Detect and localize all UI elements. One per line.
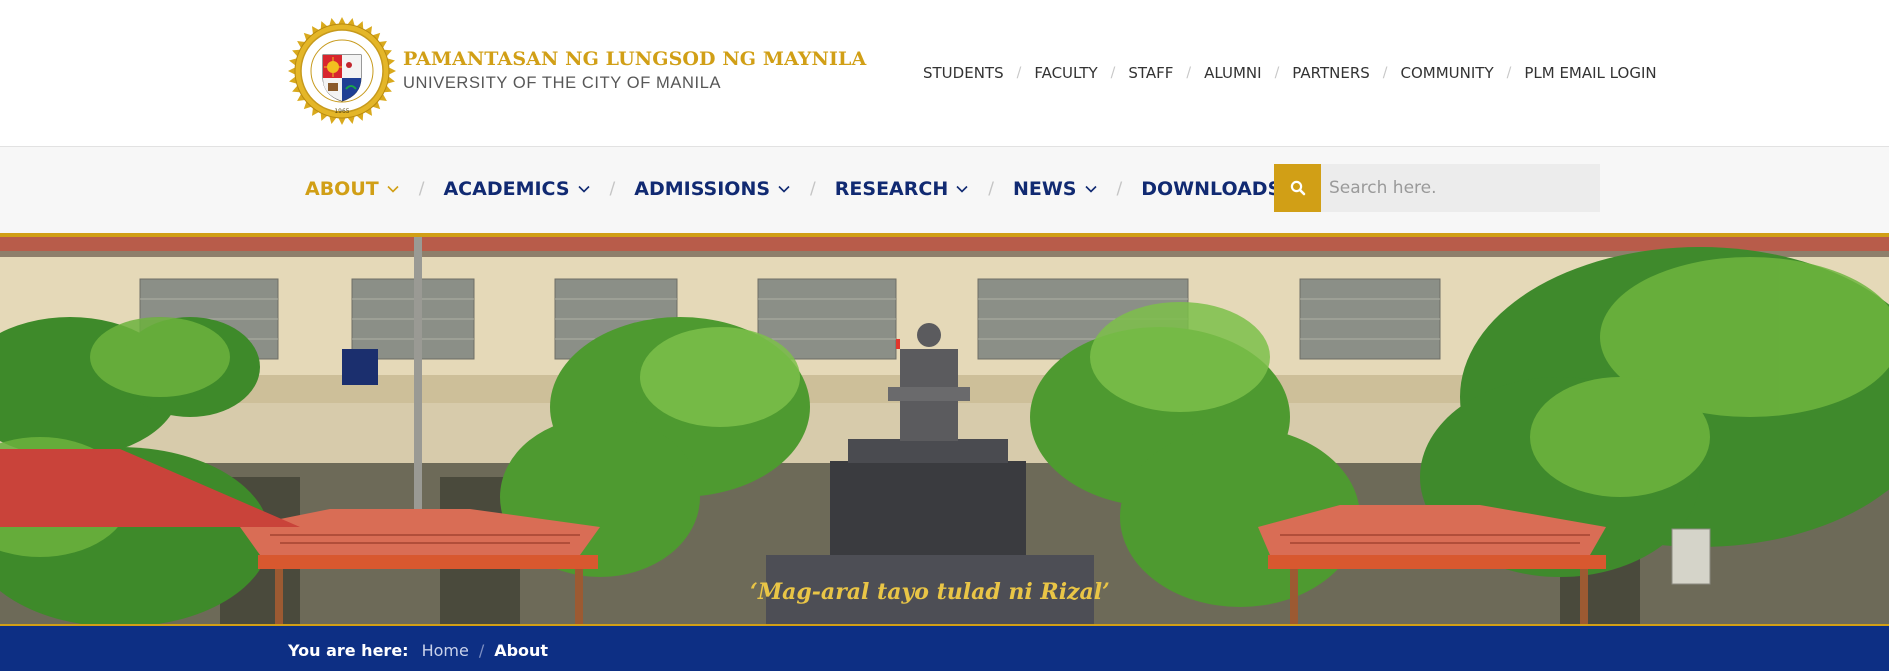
divider: /: [1110, 65, 1116, 81]
breadcrumb-home-link[interactable]: Home: [422, 641, 469, 660]
audience-nav: STUDENTS / FACULTY / STAFF / ALUMNI / PA…: [923, 64, 1657, 82]
audience-link-partners[interactable]: PARTNERS: [1292, 64, 1369, 82]
divider: /: [1506, 65, 1512, 81]
nav-item-about[interactable]: ABOUT: [305, 178, 400, 200]
chevron-down-icon: [778, 185, 790, 193]
nav-item-admissions[interactable]: ADMISSIONS: [634, 178, 791, 200]
chevron-down-icon: [1084, 185, 1097, 193]
audience-link-faculty[interactable]: FACULTY: [1034, 64, 1097, 82]
nav-item-label: RESEARCH: [834, 178, 949, 200]
svg-text:1965: 1965: [334, 108, 349, 115]
divider: /: [1382, 65, 1388, 81]
main-nav: ABOUT / ACADEMICS / ADMISSIONS / RESEARC…: [0, 147, 1889, 233]
audience-link-staff[interactable]: STAFF: [1128, 64, 1173, 82]
top-header: 1965 PAMANTASAN NG LUNGSOD NG MAYNILA UN…: [0, 0, 1889, 147]
university-name: PAMANTASAN NG LUNGSOD NG MAYNILA: [403, 48, 867, 70]
monument-inscription: ‘Mag-aral tayo tulad ni Rizal’: [750, 579, 1110, 605]
divider: /: [609, 179, 616, 199]
nav-item-research[interactable]: RESEARCH: [835, 178, 969, 200]
hero-banner-image: ‘Mag-aral tayo tulad ni Rizal’: [0, 237, 1889, 624]
divider: /: [1016, 65, 1022, 81]
breadcrumb: You are here: Home / About: [0, 626, 1889, 671]
divider: /: [418, 179, 425, 199]
university-subtitle: UNIVERSITY OF THE CITY OF MANILA: [403, 74, 722, 92]
nav-item-news[interactable]: NEWS: [1013, 178, 1098, 200]
breadcrumb-current: About: [494, 641, 549, 660]
university-seal-logo[interactable]: 1965: [287, 17, 397, 125]
plm-email-login-link[interactable]: PLM EMAIL LOGIN: [1524, 64, 1656, 82]
nav-item-label: ACADEMICS: [443, 178, 570, 200]
search-input[interactable]: [1321, 164, 1600, 212]
audience-link-students[interactable]: STUDENTS: [923, 64, 1004, 82]
audience-link-community[interactable]: COMMUNITY: [1401, 64, 1494, 82]
breadcrumb-label: You are here:: [288, 641, 409, 660]
nav-item-downloads[interactable]: DOWNLOADS: [1141, 178, 1281, 200]
chevron-down-icon: [577, 185, 590, 193]
chevron-down-icon: [956, 185, 968, 193]
main-nav-items: ABOUT / ACADEMICS / ADMISSIONS / RESEARC…: [305, 178, 1281, 200]
divider: /: [988, 179, 994, 199]
nav-item-label: NEWS: [1012, 178, 1077, 200]
audience-link-alumni[interactable]: ALUMNI: [1204, 64, 1261, 82]
divider: /: [1274, 65, 1280, 81]
divider: /: [810, 179, 816, 199]
nav-item-label: ADMISSIONS: [634, 178, 771, 200]
divider: /: [478, 641, 485, 660]
divider: /: [1116, 179, 1123, 199]
search-button[interactable]: [1274, 164, 1321, 212]
nav-item-label: DOWNLOADS: [1141, 178, 1282, 200]
search-icon: [1290, 180, 1305, 196]
nav-item-academics[interactable]: ACADEMICS: [443, 178, 590, 200]
nav-item-label: ABOUT: [305, 178, 379, 200]
chevron-down-icon: [387, 185, 399, 193]
divider: /: [1186, 65, 1192, 81]
